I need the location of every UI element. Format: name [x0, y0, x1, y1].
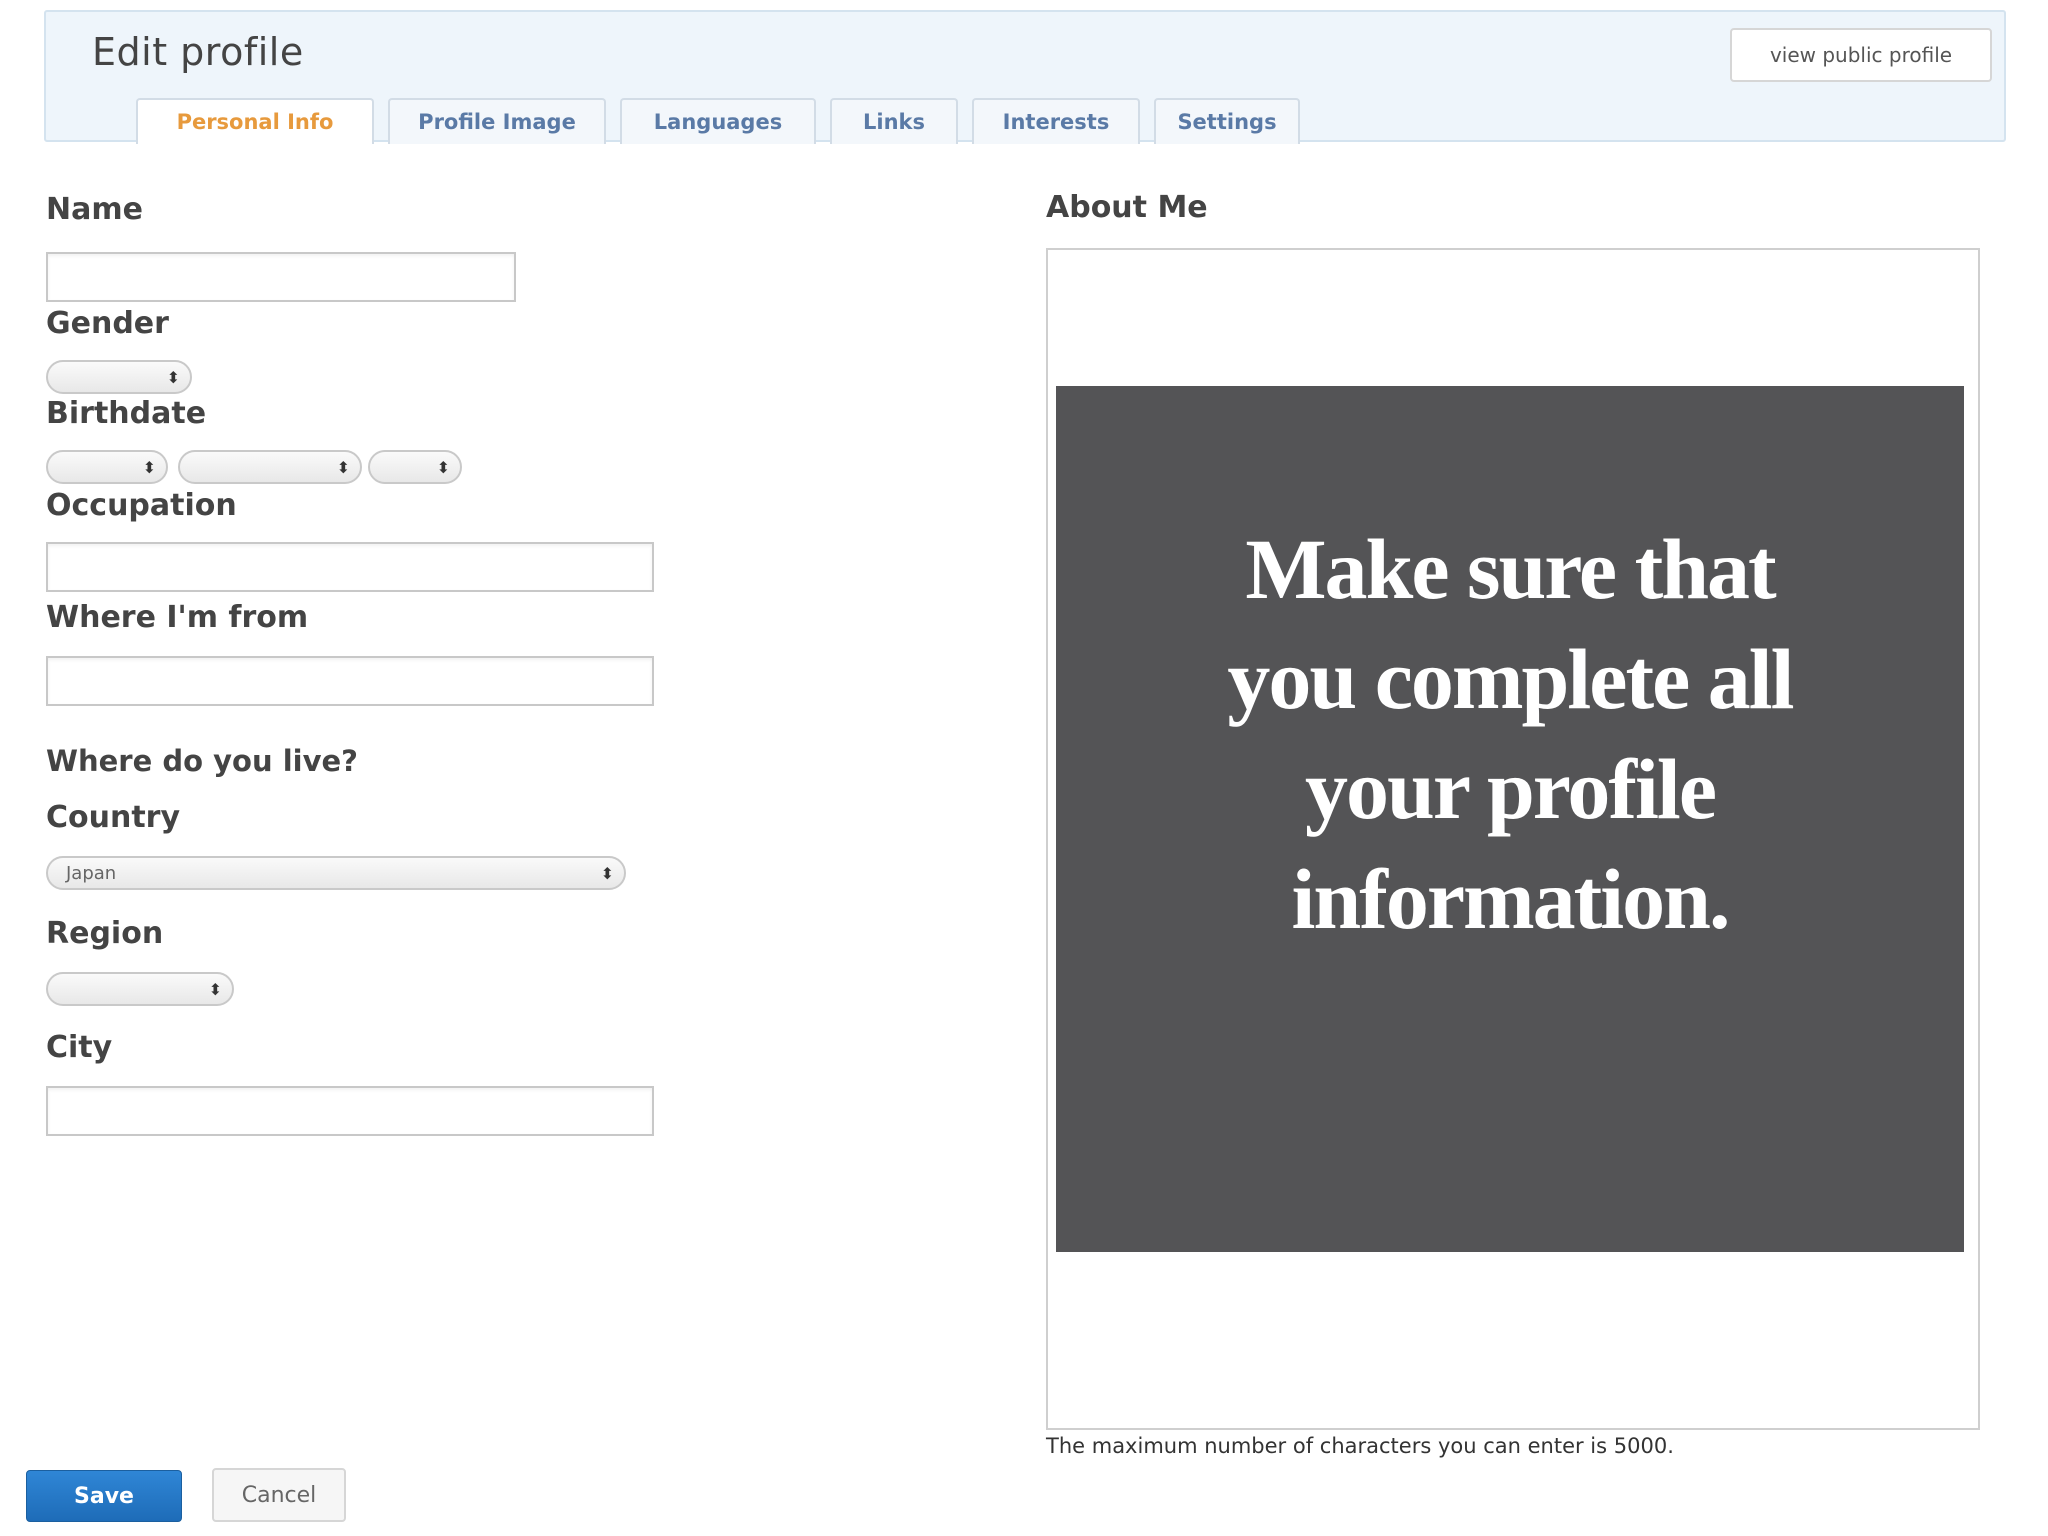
- select-arrows-icon: ⬍: [336, 458, 350, 477]
- where-from-input[interactable]: [46, 656, 654, 706]
- tab-settings[interactable]: Settings: [1154, 98, 1300, 144]
- select-arrows-icon: ⬍: [436, 458, 450, 477]
- tab-links[interactable]: Links: [830, 98, 958, 144]
- character-limit-note: The maximum number of characters you can…: [1046, 1434, 1674, 1458]
- city-label: City: [46, 1030, 113, 1065]
- country-select-value: Japan: [66, 862, 117, 884]
- birthdate-label: Birthdate: [46, 396, 207, 431]
- name-input[interactable]: [46, 252, 516, 302]
- cancel-button[interactable]: Cancel: [212, 1468, 346, 1522]
- country-select[interactable]: Japan ⬍: [46, 856, 626, 890]
- profile-header: Edit profile view public profile Persona…: [44, 10, 2006, 144]
- birth-month-select[interactable]: ⬍: [46, 450, 168, 484]
- occupation-label: Occupation: [46, 488, 237, 523]
- select-arrows-icon: ⬍: [142, 458, 156, 477]
- birth-year-select[interactable]: ⬍: [368, 450, 462, 484]
- tab-profile-image[interactable]: Profile Image: [388, 98, 606, 144]
- save-button[interactable]: Save: [26, 1470, 182, 1522]
- gender-label: Gender: [46, 306, 169, 341]
- view-public-profile-button[interactable]: view public profile: [1730, 28, 1992, 82]
- country-label: Country: [46, 800, 181, 835]
- birth-day-select[interactable]: ⬍: [178, 450, 362, 484]
- where-from-label: Where I'm from: [46, 600, 309, 635]
- about-me-label: About Me: [1046, 190, 1208, 225]
- instruction-overlay: Make sure that you complete all your pro…: [1056, 386, 1964, 1252]
- gender-select[interactable]: ⬍: [46, 360, 192, 394]
- tab-personal-info[interactable]: Personal Info: [136, 98, 374, 144]
- page-title: Edit profile: [92, 30, 304, 74]
- tab-languages[interactable]: Languages: [620, 98, 816, 144]
- occupation-input[interactable]: [46, 542, 654, 592]
- region-label: Region: [46, 916, 164, 951]
- select-arrows-icon: ⬍: [600, 864, 614, 883]
- where-live-heading: Where do you live?: [46, 744, 358, 778]
- city-input[interactable]: [46, 1086, 654, 1136]
- select-arrows-icon: ⬍: [208, 980, 222, 999]
- overlay-message: Make sure that you complete all your pro…: [1227, 521, 1794, 947]
- select-arrows-icon: ⬍: [166, 368, 180, 387]
- tab-interests[interactable]: Interests: [972, 98, 1140, 144]
- region-select[interactable]: ⬍: [46, 972, 234, 1006]
- name-label: Name: [46, 192, 143, 227]
